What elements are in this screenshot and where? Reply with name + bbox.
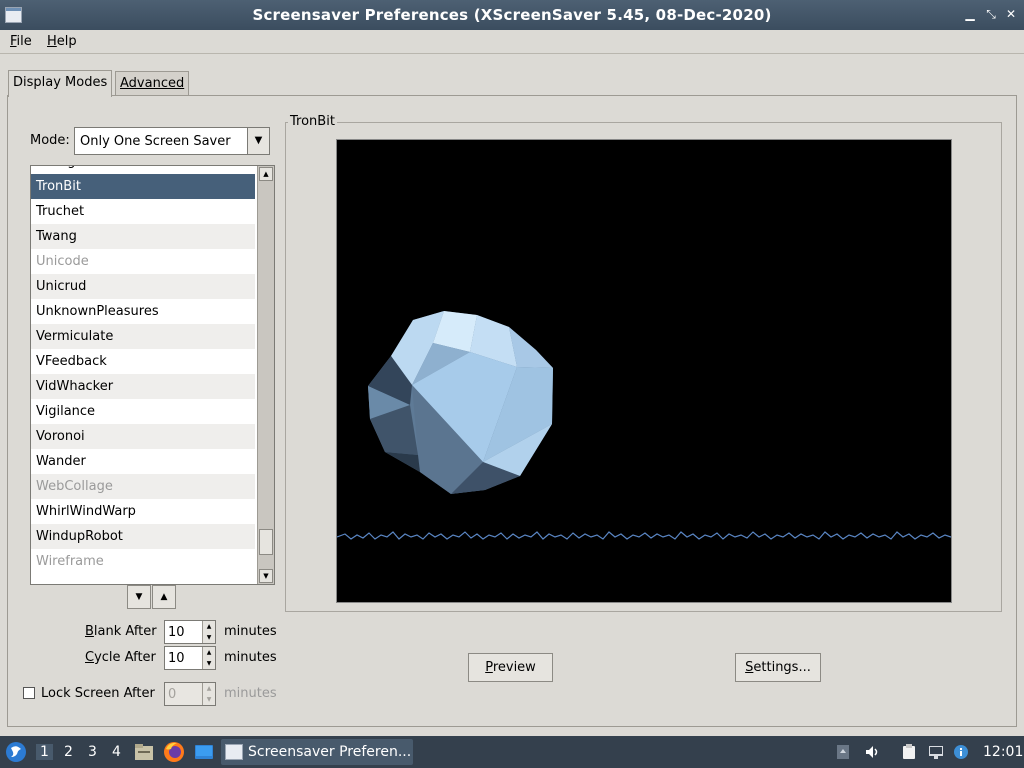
taskbar: 1 2 3 4 Screensaver Preferen... 12:01: [0, 736, 1024, 768]
window-icon: [225, 744, 243, 760]
list-item[interactable]: TronBit: [31, 174, 255, 199]
previous-saver-button[interactable]: ▲: [152, 585, 176, 609]
list-item[interactable]: UnknownPleasures: [31, 299, 255, 324]
scroll-up-icon[interactable]: ▲: [259, 167, 273, 181]
list-item[interactable]: Wander: [31, 449, 255, 474]
mode-dropdown[interactable]: Only One Screen Saver ▼: [74, 127, 270, 155]
tab-label: Advanced: [120, 76, 185, 91]
blank-after-unit: minutes: [224, 624, 277, 639]
decrement-icon[interactable]: ▼: [202, 632, 215, 643]
list-item[interactable]: Vermiculate: [31, 324, 255, 349]
lock-screen-value: 0: [168, 687, 177, 702]
desktop-icon[interactable]: [193, 741, 215, 763]
volume-icon[interactable]: [864, 744, 880, 760]
cycle-after-spinner[interactable]: 10 ▲ ▼: [164, 646, 216, 670]
list-item[interactable]: Triangle: [31, 166, 255, 174]
list-item[interactable]: Voronoi: [31, 424, 255, 449]
preview-button[interactable]: Preview: [468, 653, 553, 682]
info-icon[interactable]: [953, 744, 969, 760]
menu-file[interactable]: File: [10, 34, 32, 49]
increment-icon[interactable]: ▲: [202, 647, 215, 658]
screensaver-list[interactable]: TriangleTronBitTruchetTwangUnicodeUnicru…: [30, 165, 275, 585]
increment-icon[interactable]: ▲: [202, 683, 215, 694]
close-icon[interactable]: ✕: [1003, 6, 1019, 22]
cycle-after-label: Cycle After: [85, 650, 156, 665]
preview-area: [336, 139, 952, 603]
list-item[interactable]: WhirlWindWarp: [31, 499, 255, 524]
menu-bar: File Help: [0, 30, 1024, 54]
start-menu-icon[interactable]: [5, 741, 27, 763]
list-item[interactable]: Unicrud: [31, 274, 255, 299]
list-item[interactable]: WindupRobot: [31, 524, 255, 549]
title-bar: Screensaver Preferences (XScreenSaver 5.…: [0, 0, 1024, 30]
workspace-3[interactable]: 3: [88, 744, 97, 760]
list-item[interactable]: VidWhacker: [31, 374, 255, 399]
decrement-icon[interactable]: ▼: [202, 658, 215, 669]
workspace-2[interactable]: 2: [64, 744, 73, 760]
list-item[interactable]: Twang: [31, 224, 255, 249]
preview-title: TronBit: [288, 114, 337, 129]
list-item[interactable]: Vigilance: [31, 399, 255, 424]
list-item[interactable]: Truchet: [31, 199, 255, 224]
list-item[interactable]: WebCollage: [31, 474, 255, 499]
lock-screen-checkbox[interactable]: [23, 687, 35, 699]
cycle-after-unit: minutes: [224, 650, 277, 665]
clock: 12:01: [983, 744, 1024, 760]
workspace-1[interactable]: 1: [36, 744, 53, 760]
increment-icon[interactable]: ▲: [202, 621, 215, 632]
mode-label: Mode:: [30, 133, 70, 148]
workspace-4[interactable]: 4: [112, 744, 121, 760]
taskbar-window-button[interactable]: Screensaver Preferen...: [221, 739, 413, 765]
menu-help[interactable]: Help: [47, 34, 77, 49]
blank-after-value: 10: [168, 625, 185, 640]
list-item[interactable]: Unicode: [31, 249, 255, 274]
mode-value: Only One Screen Saver: [80, 134, 231, 149]
window-title: Screensaver Preferences (XScreenSaver 5.…: [252, 6, 772, 24]
decrement-icon[interactable]: ▼: [202, 694, 215, 705]
lock-screen-unit: minutes: [224, 686, 277, 701]
cycle-after-value: 10: [168, 651, 185, 666]
file-manager-icon[interactable]: [133, 741, 155, 763]
next-saver-button[interactable]: ▼: [127, 585, 151, 609]
tab-label: Display Modes: [13, 75, 108, 90]
blank-after-spinner[interactable]: 10 ▲ ▼: [164, 620, 216, 644]
clipboard-icon[interactable]: [901, 744, 917, 760]
blank-after-label: Blank After: [85, 624, 157, 639]
tab-display-modes[interactable]: Display Modes: [8, 70, 113, 97]
list-scrollbar[interactable]: ▲ ▼: [257, 166, 274, 584]
lock-screen-spinner[interactable]: 0 ▲ ▼: [164, 682, 216, 706]
tab-advanced[interactable]: Advanced: [115, 71, 190, 96]
settings-button[interactable]: Settings...: [735, 653, 821, 682]
scrollbar-thumb[interactable]: [259, 529, 273, 555]
lock-screen-label: Lock Screen After: [41, 686, 155, 701]
taskbar-window-label: Screensaver Preferen...: [248, 744, 412, 760]
firefox-icon[interactable]: [163, 741, 185, 763]
network-icon[interactable]: [928, 744, 944, 760]
tronbit-preview-graphic: [336, 311, 952, 540]
list-item[interactable]: Wireframe: [31, 549, 255, 574]
scroll-down-icon[interactable]: ▼: [259, 569, 273, 583]
maximize-icon[interactable]: ⤡: [983, 6, 999, 22]
chevron-down-icon[interactable]: ▼: [247, 128, 269, 154]
list-rows: TriangleTronBitTruchetTwangUnicodeUnicru…: [31, 166, 255, 574]
tray-menu-icon[interactable]: [835, 744, 851, 760]
list-item[interactable]: VFeedback: [31, 349, 255, 374]
minimize-icon[interactable]: ▁: [962, 6, 978, 22]
